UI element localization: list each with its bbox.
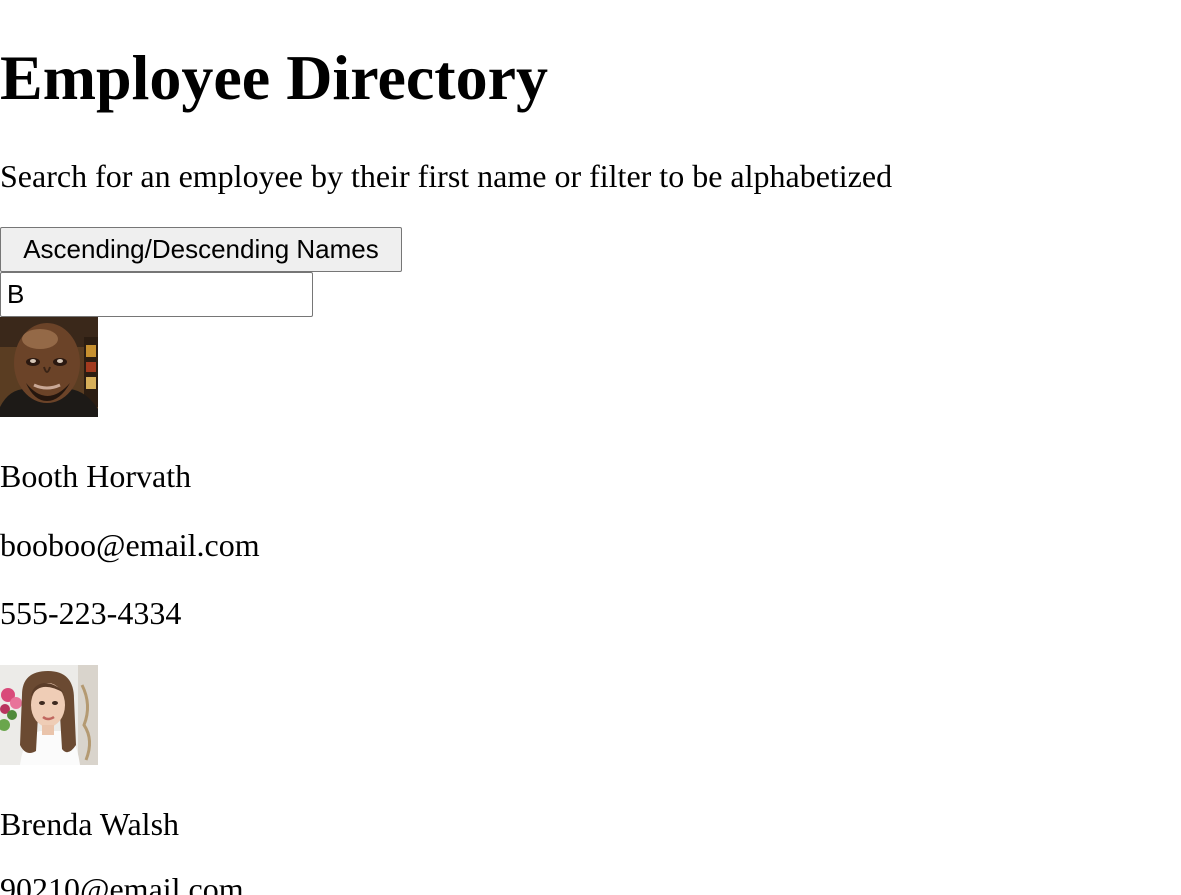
- employee-name: Brenda Walsh: [0, 806, 180, 842]
- employee-photo: [0, 317, 98, 417]
- employee-name: Booth Horvath: [0, 458, 192, 494]
- employee-phone: 555-223-4334: [0, 595, 182, 631]
- page-instructions: Search for an employee by their first na…: [0, 158, 893, 194]
- sort-names-button[interactable]: Ascending/Descending Names: [0, 227, 402, 272]
- employee-directory-page: Employee Directory Search for an employe…: [0, 0, 1181, 895]
- search-input[interactable]: [0, 272, 313, 317]
- employee-email: booboo@email.com: [0, 527, 260, 563]
- employee-photo: [0, 665, 98, 765]
- employee-email: 90210@email.com: [0, 871, 244, 895]
- employee-photo-woman: [0, 665, 98, 765]
- page-title: Employee Directory: [0, 42, 548, 113]
- employee-photo-man: [0, 317, 98, 417]
